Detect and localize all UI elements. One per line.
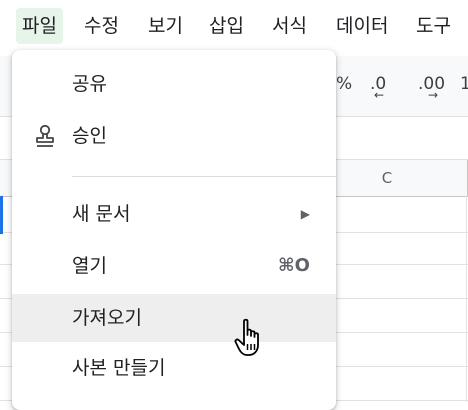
menu-bar: 파일 수정 보기 삽입 서식 데이터 도구	[0, 0, 468, 48]
increase-decimal-button[interactable]: .00 →	[418, 74, 445, 102]
menu-file[interactable]: 파일	[16, 8, 63, 44]
menu-data[interactable]: 데이터	[330, 8, 394, 44]
menu-item-approvals[interactable]: 승인	[12, 112, 336, 160]
menu-edit[interactable]: 수정	[78, 8, 125, 44]
menu-item-new[interactable]: 새 문서 ▶	[12, 190, 336, 238]
font-size-button[interactable]: 1	[460, 74, 468, 94]
menu-item-shortcut: ⌘O	[277, 255, 310, 276]
decrease-decimal-button[interactable]: .0 ←	[370, 74, 386, 102]
selected-cell-border	[0, 196, 3, 234]
menu-divider	[72, 176, 336, 177]
menu-item-label: 공유	[72, 73, 107, 95]
menu-item-import[interactable]: 가져오기	[12, 294, 336, 342]
menu-format[interactable]: 서식	[266, 8, 313, 44]
menu-tools[interactable]: 도구	[410, 8, 457, 44]
stamp-icon	[34, 124, 56, 148]
menu-item-label: 사본 만들기	[72, 357, 166, 379]
hand-pointer-icon	[234, 318, 268, 358]
file-menu-dropdown: 공유 승인 새 문서 ▶ 열기 ⌘O 가져오기 사본 만들기	[12, 50, 336, 410]
percent-format-button[interactable]: %	[336, 74, 352, 94]
menu-item-make-copy[interactable]: 사본 만들기	[12, 344, 336, 392]
arrow-left-icon: ←	[374, 88, 385, 102]
menu-item-label: 열기	[72, 255, 107, 277]
menu-item-open[interactable]: 열기 ⌘O	[12, 242, 336, 290]
arrow-right-icon: →	[428, 88, 439, 102]
submenu-arrow-icon: ▶	[300, 207, 310, 221]
menu-view[interactable]: 보기	[142, 8, 189, 44]
menu-item-label: 새 문서	[72, 203, 131, 225]
menu-item-share[interactable]: 공유	[12, 60, 336, 108]
menu-insert[interactable]: 삽입	[203, 8, 250, 44]
menu-item-label: 승인	[72, 125, 107, 147]
grid-col-line	[466, 196, 467, 402]
menu-item-label: 가져오기	[72, 307, 142, 329]
